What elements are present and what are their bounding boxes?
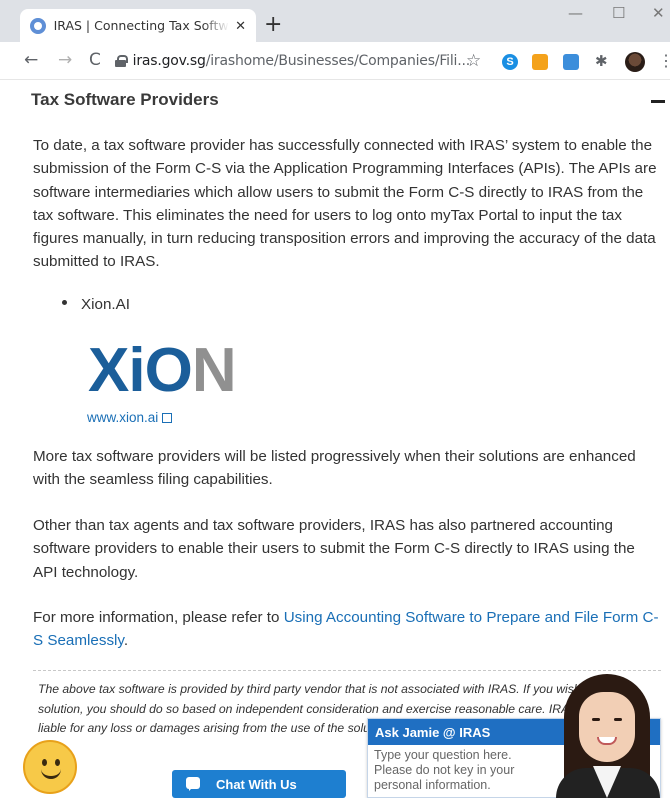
bookmark-star-icon[interactable]: ☆ <box>466 51 481 71</box>
bullet-icon <box>62 300 67 306</box>
collapse-minus-icon[interactable] <box>651 100 665 103</box>
new-tab-button[interactable]: + <box>264 12 282 37</box>
forward-arrow-icon[interactable]: → <box>58 50 72 70</box>
reload-icon[interactable]: C <box>89 50 101 70</box>
skype-extension-icon[interactable]: S <box>502 54 518 70</box>
tab-close-icon[interactable]: ✕ <box>235 18 246 34</box>
acrobat-extension-icon[interactable] <box>532 54 548 70</box>
jamie-avatar <box>548 672 668 798</box>
xion-website-link[interactable]: www.xion.ai <box>87 410 173 425</box>
extensions-puzzle-icon[interactable]: ✱ <box>595 52 611 70</box>
chatbot-smiley-icon[interactable] <box>23 740 77 794</box>
partners-paragraph: Other than tax agents and tax software p… <box>33 517 635 581</box>
chat-bubble-icon <box>186 777 200 791</box>
provider-name: Xion.AI <box>81 296 130 313</box>
browser-tab-bar: IRAS | Connecting Tax Software P ✕ + — ☐… <box>0 0 670 42</box>
minimize-icon[interactable]: — <box>568 4 583 22</box>
xion-logo[interactable]: XiON <box>88 340 237 402</box>
cast-extension-icon[interactable] <box>563 54 579 70</box>
close-window-icon[interactable]: ✕ <box>652 4 665 22</box>
lock-icon <box>115 55 128 67</box>
maximize-icon[interactable]: ☐ <box>612 4 625 22</box>
intro-paragraph: To date, a tax software provider has suc… <box>33 137 657 271</box>
browser-toolbar: ← → C iras.gov.sg/irashome/Businesses/Co… <box>0 42 670 80</box>
more-info-paragraph: For more information, please refer to Us… <box>33 609 659 650</box>
url-text: iras.gov.sg/irashome/Businesses/Companie… <box>132 53 471 69</box>
chat-with-us-button[interactable]: Chat With Us <box>172 770 346 798</box>
site-favicon-icon <box>30 17 46 34</box>
chat-button-label: Chat With Us <box>216 776 297 792</box>
ask-jamie-input[interactable]: Type your question here. Please do not k… <box>368 745 558 796</box>
browser-tab[interactable]: IRAS | Connecting Tax Software P ✕ <box>20 9 256 42</box>
address-bar[interactable]: iras.gov.sg/irashome/Businesses/Companie… <box>115 48 470 74</box>
more-providers-paragraph: More tax software providers will be list… <box>33 448 636 489</box>
provider-list-item: Xion.AI <box>62 296 130 313</box>
external-link-icon <box>162 413 173 423</box>
divider <box>33 670 661 671</box>
profile-avatar[interactable] <box>625 52 645 72</box>
back-arrow-icon[interactable]: ← <box>24 50 38 70</box>
section-title: Tax Software Providers <box>31 90 219 109</box>
tab-title: IRAS | Connecting Tax Software P <box>53 18 230 33</box>
browser-menu-icon[interactable]: ⋮ <box>658 51 670 71</box>
